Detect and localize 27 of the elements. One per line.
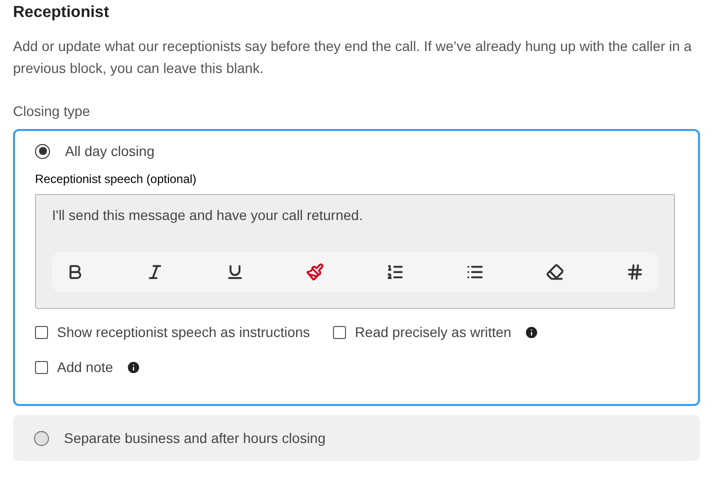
checkbox[interactable] — [332, 326, 346, 339]
option-label: All day closing — [65, 142, 154, 161]
speech-text: I'll send this message and have your call returned. — [52, 206, 364, 224]
field-label: Closing type — [13, 102, 92, 121]
info-icon[interactable] — [126, 360, 142, 375]
speech-label: Receptionist speech (optional) — [35, 171, 198, 187]
checkbox-label: Add note — [57, 358, 114, 377]
option-label: Separate business and after hours closing — [64, 428, 326, 448]
closing-option-card[interactable]: All day closing Receptionist speech (optional) I'll send this message and have your call returned. Show receptionist speech as instructions Read precisely as written Add note — [13, 129, 700, 406]
closing-option-card[interactable]: Separate business and after hours closing — [13, 415, 700, 461]
checkbox[interactable] — [35, 361, 48, 374]
radio-button[interactable] — [35, 144, 50, 158]
info-icon[interactable] — [524, 325, 540, 340]
section-title: Receptionist — [13, 3, 110, 23]
radio-button[interactable] — [34, 430, 49, 446]
underline-icon[interactable] — [226, 263, 244, 281]
bullet-list-icon[interactable] — [466, 263, 484, 281]
checkbox-label: Read precisely as written — [354, 323, 512, 342]
section-description: Add or update what our receptionists say before they end the call. If we’ve already hung up with the caller in a previous block, you can leave this blank. — [13, 37, 693, 78]
checkbox[interactable] — [35, 326, 48, 339]
eraser-icon[interactable] — [546, 263, 564, 281]
numbered-list-icon[interactable] — [386, 263, 404, 281]
checkbox-label: Show receptionist speech as instructions — [57, 323, 310, 342]
speech-editor[interactable]: I'll send this message and have your call returned. — [35, 194, 675, 309]
italic-icon[interactable] — [146, 263, 164, 281]
hash-icon[interactable] — [626, 263, 644, 281]
paintbrush-icon[interactable] — [306, 263, 324, 281]
